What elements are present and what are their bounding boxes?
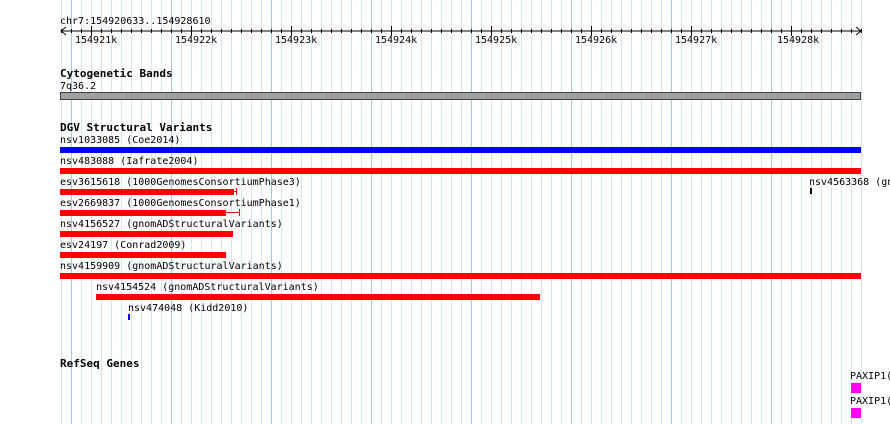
variant-label: nsv474048 (Kidd2010): [128, 303, 249, 314]
variant-bar[interactable]: [128, 314, 130, 320]
variant-label: nsv4159909 (gnomADStructuralVariants): [60, 261, 283, 272]
ruler-tick-label: 154921k: [75, 35, 118, 46]
variant-bar[interactable]: [60, 147, 861, 153]
ruler-tick-label: 154925k: [475, 35, 518, 46]
variant-label: esv2669837 (1000GenomesConsortiumPhase1): [60, 198, 301, 209]
variant-label: esv3615618 (1000GenomesConsortiumPhase3): [60, 177, 301, 188]
gene-feature[interactable]: [851, 408, 861, 418]
cytoband-band[interactable]: [60, 92, 861, 100]
ruler-tick-label: 154923k: [275, 35, 318, 46]
variant-label: nsv4156527 (gnomADStructuralVariants): [60, 219, 283, 230]
variant-bar[interactable]: [60, 210, 226, 216]
cytoband-track-title: Cytogenetic Bands: [60, 67, 173, 80]
ruler-tick-label: 154926k: [575, 35, 618, 46]
variant-label: nsv1033085 (Coe2014): [60, 135, 181, 146]
variant-bar[interactable]: [60, 168, 861, 174]
ruler-tick-label: 154928k: [777, 35, 820, 46]
ruler-tick-label: 154922k: [175, 35, 218, 46]
variant-label: esv24197 (Conrad2009): [60, 240, 187, 251]
ruler-tick-label: 154924k: [375, 35, 418, 46]
variant-bar[interactable]: [810, 188, 812, 194]
variant-bar[interactable]: [60, 273, 861, 279]
variant-bar[interactable]: [60, 189, 234, 195]
gene-feature[interactable]: [851, 383, 861, 393]
ruler[interactable]: [0, 0, 890, 60]
variant-bar-extension: [226, 212, 240, 213]
variant-bar[interactable]: [60, 231, 233, 237]
ruler-tick-label: 154927k: [675, 35, 718, 46]
variant-label: nsv4563368 (gn: [809, 177, 890, 188]
dgv-track-title: DGV Structural Variants: [60, 121, 213, 134]
gene-label: PAXIP1(: [850, 396, 890, 407]
variant-bar[interactable]: [60, 252, 226, 258]
gene-label: PAXIP1(: [850, 371, 890, 382]
variant-bar[interactable]: [96, 294, 540, 300]
variant-label: nsv483088 (Iafrate2004): [60, 156, 199, 167]
variant-bar-end-tick: [239, 209, 240, 216]
variant-label: nsv4154524 (gnomADStructuralVariants): [96, 282, 319, 293]
refseq-track-title: RefSeq Genes: [60, 357, 140, 370]
cytoband-label: 7q36.2: [60, 81, 97, 92]
variant-bar-end-tick: [236, 188, 237, 195]
